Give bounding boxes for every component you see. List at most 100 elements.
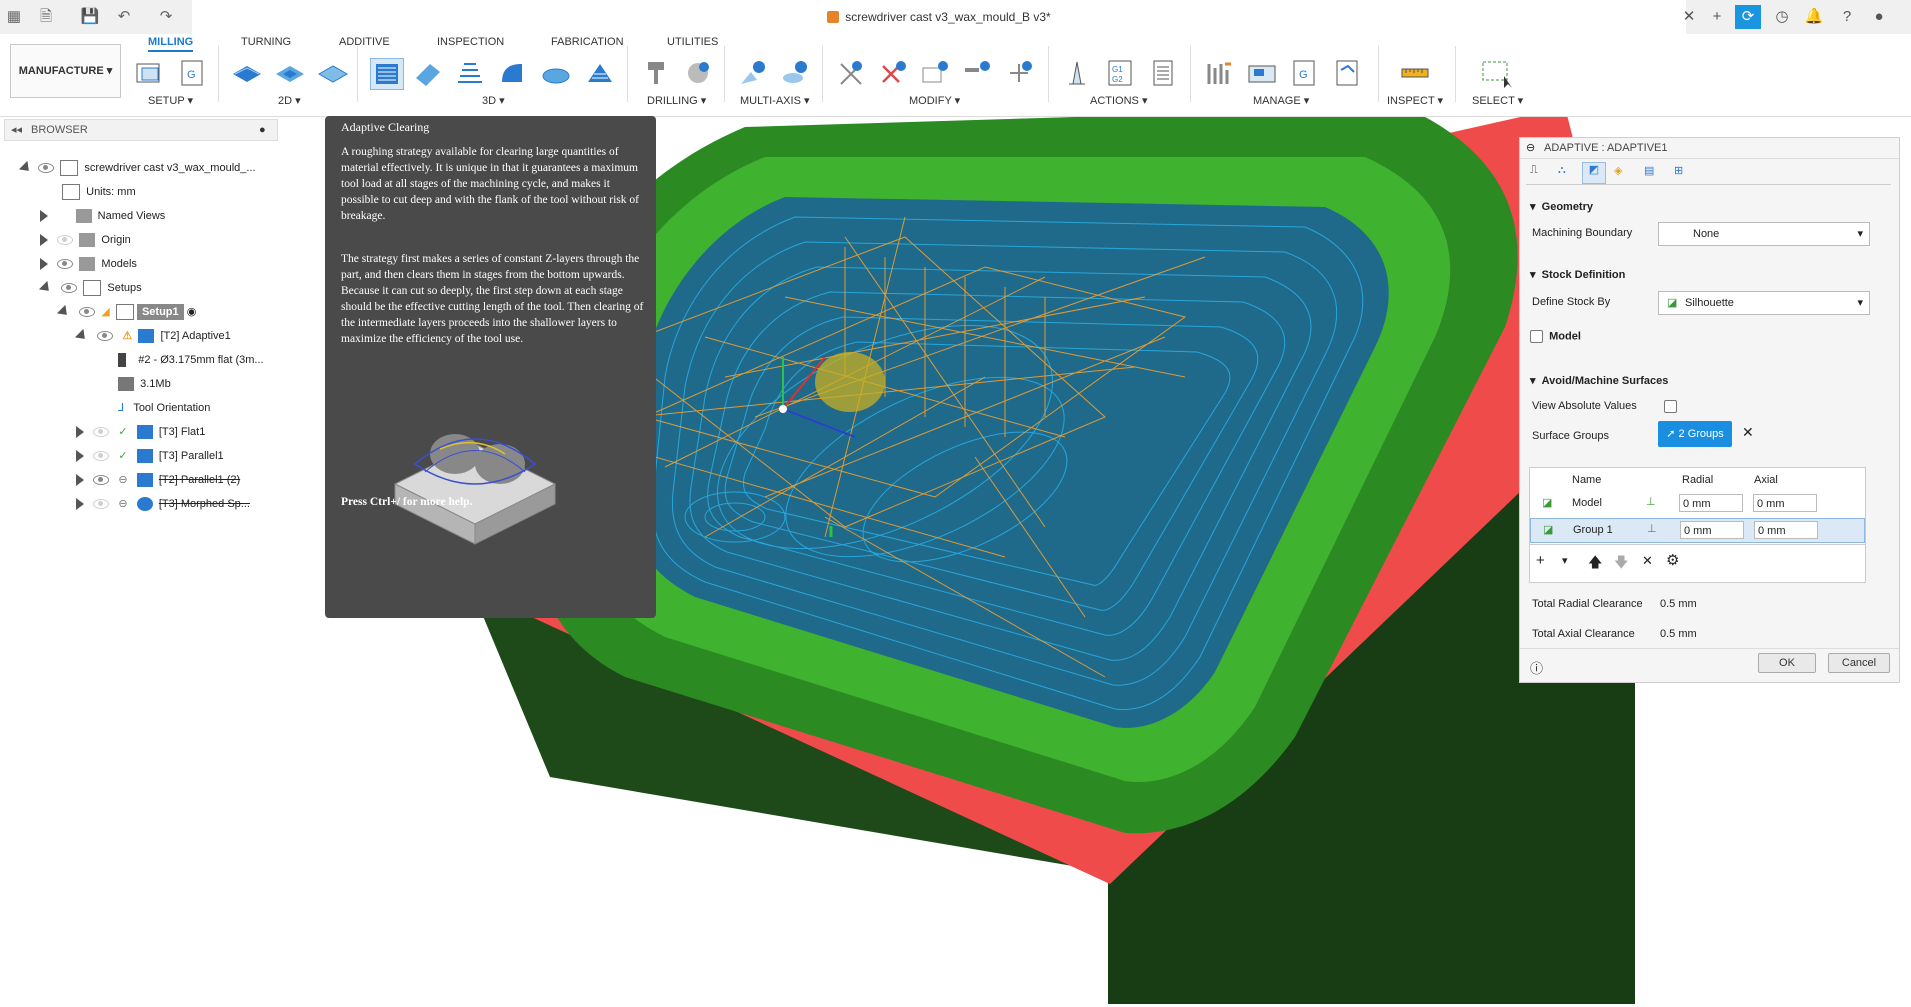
- dialog-collapse-icon[interactable]: ⊖: [1526, 141, 1535, 154]
- define-stock-select[interactable]: ◪ Silhouette ▾: [1658, 291, 1870, 315]
- visibility-eye-icon[interactable]: [38, 163, 55, 174]
- template-library-icon[interactable]: [1332, 58, 1364, 88]
- cancel-button[interactable]: Cancel: [1828, 653, 1890, 673]
- visibility-eye-icon[interactable]: [57, 259, 74, 270]
- visibility-eye-icon[interactable]: [93, 499, 110, 510]
- tree-row-models[interactable]: Models: [40, 254, 137, 274]
- file-menu-icon[interactable]: 🗎: [36, 7, 56, 27]
- 3d-adaptive-clearing-icon[interactable]: [370, 58, 404, 90]
- group-multi-axis[interactable]: MULTI-AXIS ▾: [740, 94, 810, 107]
- tree-row-document[interactable]: screwdriver cast v3_wax_mould_...: [18, 158, 256, 178]
- group-setup[interactable]: SETUP ▾: [148, 94, 193, 107]
- new-setup-icon[interactable]: [134, 58, 166, 88]
- tree-row-origin[interactable]: Origin: [40, 230, 131, 250]
- radial-input[interactable]: 0 mm: [1680, 521, 1744, 539]
- measure-icon[interactable]: [1399, 58, 1431, 88]
- expand-icon[interactable]: [40, 210, 48, 223]
- tab-turning[interactable]: TURNING: [241, 36, 291, 48]
- new-tab-icon[interactable]: +: [1704, 5, 1730, 29]
- redo-icon[interactable]: ↷: [156, 7, 176, 27]
- visibility-eye-icon[interactable]: [61, 283, 78, 294]
- post-process-icon[interactable]: G1G2: [1104, 58, 1136, 88]
- view-absolute-checkbox[interactable]: [1664, 400, 1677, 413]
- visibility-eye-icon[interactable]: [93, 475, 110, 486]
- group-drilling[interactable]: DRILLING ▾: [647, 94, 706, 107]
- post-library-icon[interactable]: G: [1289, 58, 1321, 88]
- pocket-clearing-icon[interactable]: [412, 58, 444, 88]
- app-grid-icon[interactable]: ▦: [4, 7, 24, 27]
- tree-row-tool[interactable]: #2 - Ø3.175mm flat (3m...: [118, 350, 264, 370]
- contour-icon[interactable]: [496, 58, 528, 88]
- machining-boundary-select[interactable]: None ▾: [1658, 222, 1870, 246]
- tree-row-named-views[interactable]: Named Views: [40, 206, 165, 226]
- section-geometry[interactable]: ▾ Geometry: [1530, 200, 1593, 213]
- visibility-eye-icon[interactable]: [57, 235, 74, 246]
- multi-axis-contour-icon[interactable]: [779, 58, 811, 88]
- axial-input[interactable]: 0 mm: [1754, 521, 1818, 539]
- radial-input[interactable]: 0 mm: [1679, 494, 1743, 512]
- document-tab[interactable]: screwdriver cast v3_wax_mould_B v3*: [192, 0, 1686, 34]
- tab-geometry-icon[interactable]: ⛬: [1558, 164, 1566, 177]
- info-icon[interactable]: ⓘ: [1530, 658, 1543, 677]
- collapse-browser-icon[interactable]: ◂◂: [11, 123, 22, 136]
- workspace-switcher[interactable]: MANUFACTURE ▾: [10, 44, 121, 98]
- nc-program-icon[interactable]: G: [176, 58, 208, 88]
- visibility-eye-icon[interactable]: [93, 427, 110, 438]
- expand-icon[interactable]: [56, 305, 72, 320]
- move-up-icon[interactable]: 🡅: [1588, 552, 1602, 576]
- activate-setup-icon[interactable]: ◉: [187, 306, 197, 318]
- notifications-icon[interactable]: 🔔: [1801, 5, 1827, 29]
- tab-utilities[interactable]: UTILITIES: [667, 36, 718, 48]
- expand-icon[interactable]: [40, 234, 48, 247]
- scallop-icon[interactable]: [540, 58, 572, 88]
- delete-group-icon[interactable]: ✕: [1642, 553, 1653, 569]
- expand-icon[interactable]: [76, 450, 84, 463]
- parallel-icon[interactable]: [584, 58, 616, 88]
- tree-row-parallel1[interactable]: ✓ [T3] Parallel1: [76, 446, 224, 466]
- expand-icon[interactable]: [74, 329, 90, 344]
- add-group-icon[interactable]: +: [1536, 552, 1545, 569]
- tab-milling[interactable]: MILLING: [148, 36, 194, 52]
- ok-button[interactable]: OK: [1758, 653, 1816, 673]
- expand-icon[interactable]: [76, 426, 84, 439]
- group-manage[interactable]: MANAGE ▾: [1253, 94, 1309, 107]
- group-actions[interactable]: ACTIONS ▾: [1090, 94, 1147, 107]
- visibility-eye-icon[interactable]: [97, 331, 114, 342]
- tree-row-tool-orientation[interactable]: ⅃ Tool Orientation: [118, 398, 210, 418]
- model-checkbox[interactable]: [1530, 330, 1543, 343]
- move-down-icon[interactable]: 🡇: [1614, 552, 1628, 576]
- close-tab-icon[interactable]: ✕: [1676, 5, 1702, 29]
- table-row[interactable]: ◪ Model ⊥ 0 mm 0 mm: [1530, 491, 1865, 516]
- manipulate-icon[interactable]: [1003, 58, 1035, 88]
- extensions-icon[interactable]: ⟳: [1735, 5, 1761, 29]
- select-window-icon[interactable]: [1480, 58, 1512, 88]
- tree-row-morphed-spiral[interactable]: ⊖ [T3] Morphed Sp...: [76, 494, 250, 514]
- surface-groups-button[interactable]: ➚ 2 Groups: [1658, 421, 1732, 447]
- reorder-icon[interactable]: [919, 58, 951, 88]
- avoid-mode-icon[interactable]: ⊥: [1647, 522, 1657, 535]
- tree-row-parallel1-2[interactable]: ⊖ [T2] Parallel1 (2): [76, 470, 240, 490]
- tool-library-icon[interactable]: [1203, 58, 1235, 88]
- expand-icon[interactable]: [18, 161, 34, 176]
- undo-icon[interactable]: ↶: [114, 7, 134, 27]
- 2d-adaptive-icon[interactable]: [231, 58, 263, 88]
- face-icon[interactable]: [317, 58, 349, 88]
- help-icon[interactable]: ?: [1834, 5, 1860, 29]
- setup-sheet-icon[interactable]: [1147, 58, 1179, 88]
- tab-passes-icon[interactable]: ◈: [1614, 164, 1622, 177]
- section-avoid-surfaces[interactable]: ▾ Avoid/Machine Surfaces: [1530, 374, 1668, 387]
- save-icon[interactable]: 💾: [80, 7, 100, 27]
- expand-icon[interactable]: [38, 281, 54, 296]
- visibility-eye-icon[interactable]: [79, 307, 96, 318]
- table-row-selected[interactable]: ◪ Group 1 ⊥ 0 mm 0 mm: [1530, 518, 1865, 543]
- tab-additive[interactable]: ADDITIVE: [339, 36, 390, 48]
- tab-properties-icon[interactable]: ⊞: [1674, 164, 1683, 177]
- tree-row-setup1[interactable]: ◢ Setup1 ◉: [56, 302, 197, 322]
- add-group-chevron-icon[interactable]: ▾: [1562, 554, 1568, 567]
- simulate-icon[interactable]: [1061, 58, 1093, 88]
- group-modify[interactable]: MODIFY ▾: [909, 94, 960, 107]
- steep-shallow-icon[interactable]: [454, 58, 486, 88]
- visibility-eye-icon[interactable]: [93, 451, 110, 462]
- tab-fabrication[interactable]: FABRICATION: [551, 36, 624, 48]
- drill-icon[interactable]: [640, 58, 672, 88]
